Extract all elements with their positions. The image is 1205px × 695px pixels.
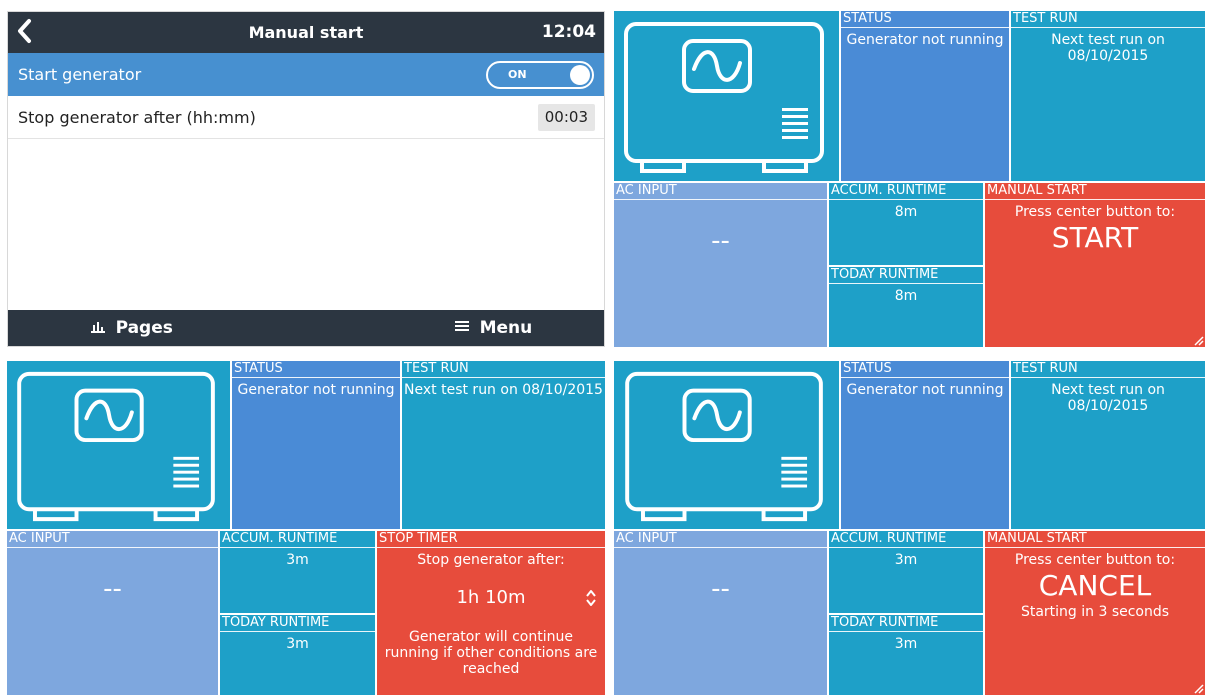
ac-input-heading: AC INPUT — [614, 183, 827, 200]
manual-start-action: START — [1051, 221, 1139, 254]
start-generator-toggle[interactable]: ON — [486, 61, 594, 89]
status-text: Generator not running — [846, 382, 1004, 398]
stop-after-duration-value[interactable]: 00:03 — [537, 104, 595, 131]
status-text: Generator not running — [237, 382, 395, 398]
generator-overview-cancel: STATUS Generator not running TEST RUN Ne… — [614, 361, 1205, 695]
stop-generator-after-row[interactable]: Stop generator after (hh:mm) 00:03 — [8, 96, 604, 139]
hamburger-icon — [454, 318, 476, 337]
generator-overview-start: STATUS Generator not running TEST RUN Ne… — [614, 11, 1205, 347]
stop-timer-tile[interactable]: STOP TIMER Stop generator after: 1h 10m … — [377, 531, 605, 695]
test-run-tile: TEST RUN Next test run on 08/10/2015 — [1011, 361, 1205, 529]
start-generator-row[interactable]: Start generator ON — [8, 53, 604, 96]
stop-generator-after-label: Stop generator after (hh:mm) — [18, 108, 256, 127]
today-runtime-tile: TODAY RUNTIME 8m — [829, 267, 983, 347]
ac-input-tile: AC INPUT -- — [614, 183, 827, 347]
title-bar: Manual start 12:04 — [8, 12, 604, 53]
generator-icon — [624, 22, 824, 173]
test-run-heading: TEST RUN — [1011, 361, 1205, 378]
test-run-tile: TEST RUN Next test run on 08/10/2015 — [402, 361, 605, 529]
toggle-knob — [570, 65, 590, 85]
test-run-heading: TEST RUN — [402, 361, 605, 378]
today-runtime-value: 3m — [894, 636, 918, 652]
resize-corner-icon — [1194, 336, 1204, 346]
manual-start-heading: MANUAL START — [985, 183, 1205, 200]
today-runtime-tile: TODAY RUNTIME 3m — [829, 615, 983, 695]
accum-runtime-value: 3m — [894, 552, 918, 568]
screenshot-collage: Manual start 12:04 Start generator ON St… — [0, 0, 1205, 695]
stop-timer-value[interactable]: 1h 10m — [377, 587, 605, 608]
manual-start-settings-page: Manual start 12:04 Start generator ON St… — [7, 11, 605, 347]
today-runtime-heading: TODAY RUNTIME — [220, 615, 375, 632]
test-run-heading: TEST RUN — [1011, 11, 1205, 28]
ac-input-value: -- — [711, 226, 730, 256]
status-heading: STATUS — [841, 361, 1009, 378]
today-runtime-value: 3m — [286, 636, 309, 652]
toggle-state-label: ON — [508, 68, 527, 81]
accum-runtime-heading: ACCUM. RUNTIME — [220, 531, 375, 548]
manual-start-prompt: Press center button to: — [1014, 204, 1176, 220]
test-run-tile: TEST RUN Next test run on 08/10/2015 — [1011, 11, 1205, 181]
accum-runtime-tile: ACCUM. RUNTIME 8m — [829, 183, 983, 265]
status-text: Generator not running — [846, 32, 1004, 48]
status-tile: STATUS Generator not running — [841, 11, 1009, 181]
chart-icon — [90, 318, 112, 337]
test-run-text: Next test run on 08/10/2015 — [1051, 32, 1165, 64]
accum-runtime-heading: ACCUM. RUNTIME — [829, 531, 983, 548]
today-runtime-tile: TODAY RUNTIME 3m — [220, 615, 375, 695]
test-run-text: Next test run on 08/10/2015 — [1051, 382, 1165, 414]
generator-icon — [17, 371, 215, 522]
ac-input-value: -- — [103, 574, 122, 604]
stop-timer-heading: STOP TIMER — [377, 531, 605, 548]
generator-tile — [7, 361, 230, 529]
ac-input-heading: AC INPUT — [7, 531, 218, 548]
ac-input-tile: AC INPUT -- — [7, 531, 218, 695]
generator-icon — [625, 371, 823, 522]
up-down-icon[interactable] — [585, 589, 597, 611]
generator-tile — [614, 11, 839, 181]
accum-runtime-value: 3m — [286, 552, 309, 568]
manual-start-prompt: Press center button to: — [1014, 552, 1176, 568]
pages-button[interactable]: Pages — [90, 310, 173, 346]
today-runtime-value: 8m — [894, 288, 918, 304]
start-generator-label: Start generator — [18, 65, 142, 84]
bottom-bar: Pages Menu — [8, 310, 604, 346]
menu-label: Menu — [479, 318, 533, 338]
status-tile: STATUS Generator not running — [841, 361, 1009, 529]
manual-start-note: Starting in 3 seconds — [1020, 604, 1170, 620]
accum-runtime-value: 8m — [894, 204, 918, 220]
pages-label: Pages — [115, 318, 173, 338]
status-tile: STATUS Generator not running — [232, 361, 400, 529]
today-runtime-heading: TODAY RUNTIME — [829, 615, 983, 632]
manual-start-tile[interactable]: MANUAL START Press center button to: STA… — [985, 183, 1205, 347]
today-runtime-heading: TODAY RUNTIME — [829, 267, 983, 284]
ac-input-value: -- — [711, 574, 730, 604]
manual-start-action: CANCEL — [1038, 569, 1152, 602]
generator-overview-stop-timer: STATUS Generator not running TEST RUN Ne… — [7, 361, 605, 695]
ac-input-tile: AC INPUT -- — [614, 531, 827, 695]
accum-runtime-tile: ACCUM. RUNTIME 3m — [829, 531, 983, 613]
accum-runtime-heading: ACCUM. RUNTIME — [829, 183, 983, 200]
status-heading: STATUS — [232, 361, 400, 378]
ac-input-heading: AC INPUT — [614, 531, 827, 548]
status-heading: STATUS — [841, 11, 1009, 28]
test-run-text: Next test run on 08/10/2015 — [404, 382, 603, 398]
clock: 12:04 — [541, 22, 596, 42]
menu-button[interactable]: Menu — [454, 310, 532, 346]
resize-corner-icon — [1194, 684, 1204, 694]
stop-timer-prompt: Stop generator after: — [417, 552, 565, 568]
manual-start-tile[interactable]: MANUAL START Press center button to: CAN… — [985, 531, 1205, 695]
page-title: Manual start — [248, 23, 364, 42]
manual-start-heading: MANUAL START — [985, 531, 1205, 548]
stop-timer-note: Generator will continue running if other… — [384, 629, 598, 677]
accum-runtime-tile: ACCUM. RUNTIME 3m — [220, 531, 375, 613]
generator-tile — [614, 361, 839, 529]
